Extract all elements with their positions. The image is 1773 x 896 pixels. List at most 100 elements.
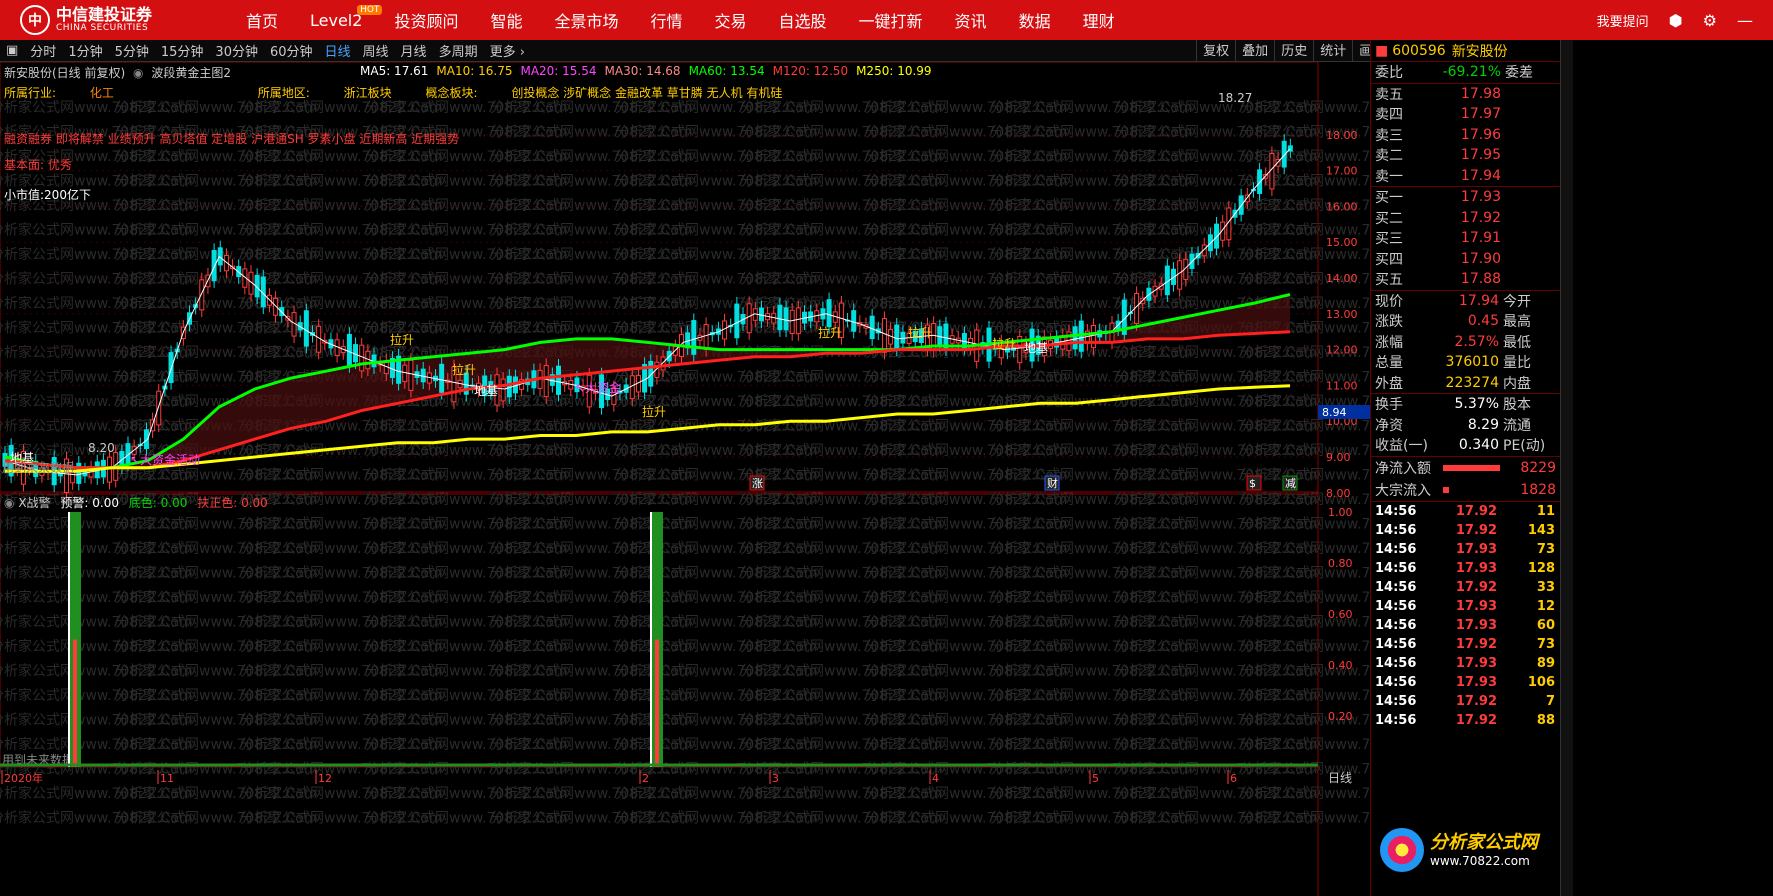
tick-row-7[interactable]: 14:56 17.92 73 [1371,635,1560,654]
toolbar-btn-3[interactable]: 统计 [1313,40,1352,62]
minimize-icon[interactable]: — [1737,11,1753,30]
stats-label: 总量 [1375,355,1403,372]
period-tag: 日线 [1328,771,1352,785]
sub-y-axis-label: 0.20 [1328,710,1353,723]
tick-row-10[interactable]: 14:56 17.92 7 [1371,692,1560,711]
asks-row-1[interactable]: 卖四 17.97 [1371,104,1560,125]
candle-body [1091,324,1097,349]
bids-price: 17.90 [1460,250,1501,267]
period-tab-4[interactable]: 30分钟 [209,41,264,60]
formula-name[interactable]: 波段黄金主图2 [151,66,231,80]
period-tab-2[interactable]: 5分钟 [109,41,155,60]
bids-label: 买五 [1375,272,1403,289]
period-tab-5[interactable]: 60分钟 [264,41,319,60]
toolbar-btn-1[interactable]: 叠加 [1235,40,1274,62]
y-axis-label: 11.00 [1326,379,1358,392]
nav-item-1[interactable]: Level2 HOT [294,4,383,30]
tick-row-4[interactable]: 14:56 17.92 33 [1371,578,1560,597]
asks-row-3[interactable]: 卖二 17.95 [1371,145,1560,166]
sub-toggle-icon[interactable]: ◉ [4,496,14,510]
stock-tags: 融资融券 即将解禁 业绩预升 高贝塔值 定增股 沪港通SH 罗素小盘 近期新高 … [4,132,460,146]
toolbar-btn-0[interactable]: 复权 [1196,40,1235,62]
asks-row-4[interactable]: 卖一 17.94 [1371,166,1560,187]
x-axis-label: 3 [772,772,779,785]
bids-row-2[interactable]: 买三 17.91 [1371,228,1560,249]
ask-question-link[interactable]: 我要提问 [1597,11,1649,30]
candle-body [881,318,887,353]
bids-row-1[interactable]: 买二 17.92 [1371,208,1560,229]
event-badge: 减 [1285,477,1296,490]
stats2-value: 5.37% [1454,396,1499,413]
candle-body [894,324,900,350]
tick-row-2[interactable]: 14:56 17.93 73 [1371,540,1560,559]
period-tab-7[interactable]: 周线 [357,41,395,60]
tick-list[interactable]: 14:56 17.92 11 14:56 17.92 143 14:56 17.93 73 14:… [1371,502,1560,730]
nav-item-9[interactable]: 资讯 [939,8,1003,32]
flow-row-0: 净流入额 8229 [1371,457,1560,479]
period-tab-1[interactable]: 1分钟 [62,41,108,60]
fundamental-rating: 基本面: 优秀 [4,158,72,172]
nav-item-6[interactable]: 交易 [699,8,763,32]
brand-logo[interactable]: 中 中信建投证券 CHINA SECURITIES [0,5,200,35]
period-tab-3[interactable]: 15分钟 [155,41,210,60]
sub-spike-white [650,512,652,767]
market-cap-tag: 小市值:200亿下 [4,188,91,202]
candle-body [543,365,549,398]
nav-item-2[interactable]: 投资顾问 [378,8,474,32]
tick-price: 17.93 [1455,674,1497,690]
tick-row-11[interactable]: 14:56 17.92 88 [1371,711,1560,730]
tick-row-6[interactable]: 14:56 17.93 60 [1371,616,1560,635]
flow-value: 1828 [1520,481,1556,498]
x-axis-label: 2020年 [4,771,43,785]
tick-row-9[interactable]: 14:56 17.93 106 [1371,673,1560,692]
cube-icon[interactable]: ⬢ [1669,11,1683,30]
period-tab-10[interactable]: 更多 › [484,41,531,60]
flow-label: 净流入额 [1375,460,1431,477]
nav-item-8[interactable]: 一键打新 [843,8,939,32]
bids-row-0[interactable]: 买一 17.93 [1371,187,1560,208]
bids-row-4[interactable]: 买五 17.88 [1371,269,1560,290]
bids-price: 17.91 [1460,230,1501,247]
nav-item-11[interactable]: 理财 [1067,8,1131,32]
nav-item-10[interactable]: 数据 [1003,8,1067,32]
stats-label: 涨跌 [1375,314,1403,331]
watermark-text: 分析家公式网www.70822.Com [1240,736,1370,753]
nav-item-5[interactable]: 行情 [634,8,698,32]
nav-item-4[interactable]: 全景市场 [538,8,634,32]
nav-item-3[interactable]: 智能 [474,8,538,32]
bids-label: 买二 [1375,210,1403,227]
nav-item-0[interactable]: 首页 [230,8,294,32]
tick-row-8[interactable]: 14:56 17.93 89 [1371,654,1560,673]
bids-row-3[interactable]: 买四 17.90 [1371,249,1560,270]
candle-body [359,344,365,372]
kline-chart-area[interactable]: 分析家公式网www.70822.Com 分析家公式网www.70822.Com 分析… [0,62,1370,896]
asks-row-2[interactable]: 卖三 17.96 [1371,125,1560,146]
stats-row-3: 总量 376010 量比 [1371,352,1560,373]
sub-indicator-name[interactable]: X战警 [18,496,50,510]
kline-chart-svg[interactable]: 分析家公式网www.70822.Com 分析家公式网www.70822.Com 分析… [0,62,1370,896]
asks-row-0[interactable]: 卖五 17.98 [1371,84,1560,105]
toolbar-btn-2[interactable]: 历史 [1274,40,1313,62]
period-tab-9[interactable]: 多周期 [433,41,484,60]
candle-body [556,365,561,395]
toolbar-square-icon[interactable]: ▣ [0,43,24,58]
tick-row-1[interactable]: 14:56 17.92 143 [1371,521,1560,540]
period-tab-6[interactable]: 日线 [319,41,357,60]
candle-body [851,310,857,332]
tick-price: 17.92 [1455,693,1497,709]
formula-toggle-icon[interactable]: ◉ [133,66,143,80]
chart-title: 新安股份(日线 前复权) ◉ 波段黄金主图2 [4,66,231,80]
tick-row-5[interactable]: 14:56 17.93 12 [1371,597,1560,616]
tick-row-0[interactable]: 14:56 17.92 11 [1371,502,1560,521]
period-tab-0[interactable]: 分时 [24,41,62,60]
sub-y-axis-label: 0.40 [1328,659,1353,672]
gear-icon[interactable]: ⚙ [1703,11,1717,30]
nav-item-7[interactable]: 自选股 [763,8,843,32]
stats2-label: 收益(一) [1375,438,1428,455]
candle-body [691,320,697,355]
candle-body [1177,260,1183,290]
tick-row-3[interactable]: 14:56 17.93 128 [1371,559,1560,578]
period-tab-8[interactable]: 月线 [395,41,433,60]
vertical-scrollbar[interactable] [1560,40,1573,896]
bids-label: 买三 [1375,231,1403,248]
